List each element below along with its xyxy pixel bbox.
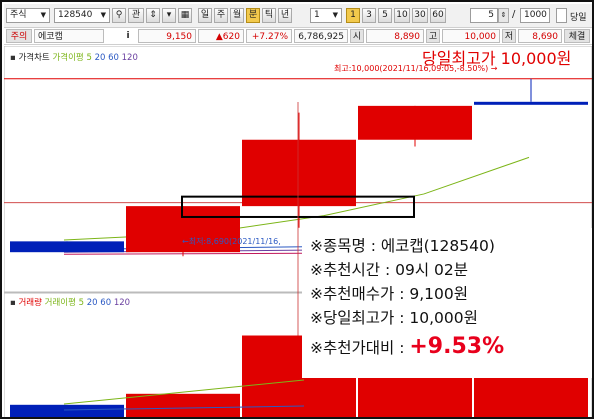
rec-stock-name: ※종목명 : 에코캡(128540) — [310, 237, 495, 255]
chevron-down-icon: ▾ — [166, 10, 172, 20]
legend-marker: ▪ — [10, 53, 16, 63]
down-button[interactable]: ▾ — [162, 8, 176, 23]
period-tick-button[interactable]: 틱 — [262, 8, 276, 23]
legend-volume-ma: 거래이평 — [44, 298, 76, 308]
legend-marker: ▪ — [10, 298, 16, 308]
legend-ma120: 120 — [121, 53, 138, 63]
stock-name: 에코캡 — [34, 29, 104, 43]
legend-vma20: 20 — [86, 298, 98, 308]
high-price: 10,000 — [442, 29, 500, 43]
candle-body — [474, 101, 588, 105]
low-label: 저 — [502, 29, 516, 43]
quick-minute-3[interactable]: 3 — [362, 8, 376, 23]
price-change-pct: +7.27% — [246, 29, 292, 43]
arrow-left-icon: ← — [182, 237, 189, 246]
volume-bar — [10, 404, 124, 417]
legend-price: 가격차트 — [18, 53, 50, 63]
rec-return-label: ※추천가대비 : — [310, 339, 410, 357]
current-price: 9,150 — [138, 29, 196, 43]
chart-window: 주식 ▼ 128540 ▼ ⚲ 관 ⇕ ▾ ▦ 일 주 월 분 틱 년 1 ▼ 1 3… — [0, 0, 594, 419]
stock-code-input[interactable]: 128540 ▼ — [54, 8, 110, 23]
caution-badge: 주의 — [6, 29, 32, 43]
legend-volume: 거래량 — [18, 298, 42, 308]
count-separator: / — [512, 9, 516, 20]
period-minute-button[interactable]: 분 — [246, 8, 260, 23]
rec-time: ※추천시간 : 09시 02분 — [310, 261, 468, 279]
open-label: 시 — [350, 29, 364, 43]
rec-return: ※추천가대비 : +9.53% — [310, 334, 504, 359]
unit-select[interactable]: 1 ▼ — [310, 8, 342, 23]
quick-minute-1[interactable]: 1 — [346, 8, 360, 23]
grid-button[interactable]: ▦ — [178, 8, 192, 23]
quick-minute-5[interactable]: 5 — [378, 8, 392, 23]
info-icon[interactable]: i — [122, 29, 134, 43]
legend-price-ma: 가격이평 — [52, 53, 84, 63]
chart-area: ▪ 가격차트 가격이평 5 20 60 120 ▪ 거래량 거래이평 5 20 … — [3, 45, 592, 417]
legend-ma20: 20 — [94, 53, 106, 63]
period-month-button[interactable]: 월 — [230, 8, 244, 23]
rec-day-high: ※당일최고가 : 10,000원 — [310, 309, 478, 327]
volume-value: 6,786,925 — [294, 29, 348, 43]
stepper-button[interactable]: ⇕ — [146, 8, 160, 23]
candle-body — [358, 105, 472, 140]
low-price: 8,690 — [518, 29, 562, 43]
quick-minute-10[interactable]: 10 — [394, 8, 410, 23]
market-type-select[interactable]: 주식 ▼ — [6, 8, 50, 23]
search-icon: ⚲ — [115, 10, 123, 20]
stepper-icon: ⇕ — [149, 10, 157, 20]
quick-minute-30[interactable]: 30 — [412, 8, 428, 23]
low-annotation: ←최저:8,690(2021/11/16, — [182, 237, 281, 246]
count-stepper[interactable]: ⇕ — [498, 8, 509, 23]
count-input[interactable]: 5 — [470, 8, 498, 23]
chevron-down-icon: ▼ — [100, 11, 106, 19]
search-button[interactable]: ⚲ — [112, 8, 126, 23]
period-year-button[interactable]: 년 — [278, 8, 292, 23]
headline-high: 당일최고가 10,000원 — [422, 49, 572, 68]
period-week-button[interactable]: 주 — [214, 8, 228, 23]
chart-toolbar: 주식 ▼ 128540 ▼ ⚲ 관 ⇕ ▾ ▦ 일 주 월 분 틱 년 1 ▼ 1 3… — [4, 4, 592, 28]
volume-legend: ▪ 거래량 거래이평 5 20 60 120 — [10, 296, 130, 308]
open-price: 8,890 — [366, 29, 424, 43]
candle-body — [10, 241, 124, 253]
stepper-icon: ⇕ — [500, 11, 507, 19]
same-day-checkbox[interactable] — [556, 8, 567, 23]
legend-vma5: 5 — [78, 298, 85, 308]
volume-bar — [126, 393, 240, 417]
legend-ma5: 5 — [86, 53, 92, 63]
grid-icon: ▦ — [180, 10, 190, 20]
volume-bar — [358, 374, 472, 417]
price-change: ▲620 — [198, 29, 244, 43]
count-total-input[interactable]: 1000 — [520, 8, 550, 23]
quote-bar: 주의 에코캡 i 9,150 ▲620 +7.27% 6,786,925 시 8… — [4, 28, 592, 45]
price-legend: ▪ 가격차트 가격이평 5 20 60 120 — [10, 51, 138, 63]
recommendation-box: ※종목명 : 에코캡(128540) ※추천시간 : 09시 02분 ※추천매수… — [302, 228, 592, 378]
rec-return-value: +9.53% — [409, 334, 505, 359]
legend-vma120: 120 — [113, 298, 131, 308]
period-day-button[interactable]: 일 — [198, 8, 212, 23]
chevron-down-icon: ▼ — [40, 11, 46, 19]
rec-buy-price: ※추천매수가 : 9,100원 — [310, 285, 468, 303]
quick-minute-60[interactable]: 60 — [430, 8, 446, 23]
same-day-label: 당일 — [570, 13, 587, 23]
chevron-down-icon: ▼ — [332, 11, 338, 19]
related-button[interactable]: 관 — [128, 8, 144, 23]
legend-ma60: 60 — [108, 53, 119, 63]
exec-tab[interactable]: 체결 — [564, 29, 590, 43]
legend-vma60: 60 — [100, 298, 112, 308]
high-label: 고 — [426, 29, 440, 43]
